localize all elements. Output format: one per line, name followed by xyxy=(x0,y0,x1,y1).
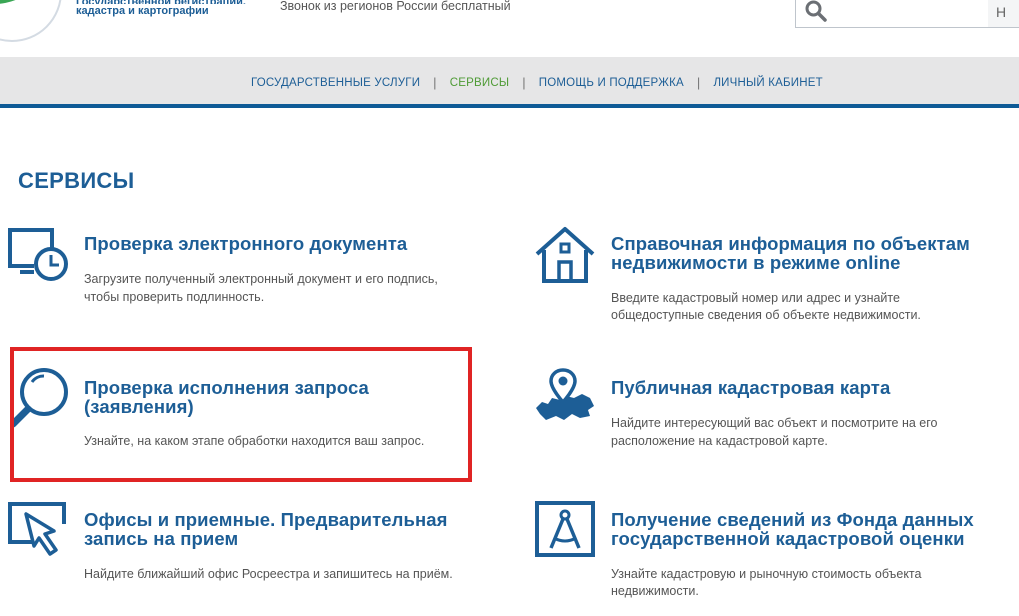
house-icon[interactable] xyxy=(534,226,596,284)
service-description: недвижимости. xyxy=(611,584,699,598)
search-box xyxy=(795,0,989,28)
nav-item-help-support[interactable]: ПОМОЩЬ И ПОДДЕРЖКА xyxy=(539,77,684,89)
search-icon[interactable] xyxy=(804,0,828,23)
logo-line-2: кадастра и картографии xyxy=(76,5,209,17)
service-title[interactable]: запись на прием xyxy=(84,529,238,549)
highlight-box xyxy=(10,347,472,482)
nav-separator: | xyxy=(522,75,526,90)
service-title[interactable]: Справочная информация по объектам xyxy=(611,234,970,254)
page-title: СЕРВИСЫ xyxy=(18,168,135,193)
cursor-frame-icon[interactable] xyxy=(6,500,70,558)
service-title[interactable]: (заявления) xyxy=(84,397,194,417)
service-description: расположение на кадастровой карте. xyxy=(611,434,828,448)
service-title[interactable]: недвижимости в режиме online xyxy=(611,253,901,273)
service-description: Узнайте кадастровую и рыночную стоимость… xyxy=(611,567,922,581)
nav-separator: | xyxy=(696,75,701,90)
compass-frame-icon[interactable] xyxy=(534,500,596,558)
service-title[interactable]: Публичная кадастровая карта xyxy=(611,378,890,398)
service-title[interactable]: Проверка исполнения запроса xyxy=(84,378,369,398)
service-description: Найдите ближайший офис Росреестра и запи… xyxy=(84,567,453,581)
service-title[interactable]: государственной кадастровой оценки xyxy=(611,529,965,549)
service-description: Введите кадастровый номер или адрес и уз… xyxy=(611,291,900,305)
service-description: общедоступные сведения об объекте недвиж… xyxy=(611,308,921,322)
search-input[interactable] xyxy=(834,0,984,23)
search-button[interactable]: Н xyxy=(988,0,1019,28)
free-call-note: Звонок из регионов России бесплатный xyxy=(280,0,511,13)
nav-items: ГОСУДАРСТВЕННЫЕ УСЛУГИ | СЕРВИСЫ | ПОМОЩ… xyxy=(251,75,823,90)
service-description: Найдите интересующий вас объект и посмот… xyxy=(611,416,938,430)
logo-emblem[interactable] xyxy=(0,0,62,42)
russia-map-pin-icon[interactable] xyxy=(532,368,596,424)
nav-separator: | xyxy=(433,75,437,90)
logo-line-1: Государственной регистрации, xyxy=(76,0,246,4)
monitor-clock-icon[interactable] xyxy=(6,226,70,284)
main-nav: ГОСУДАРСТВЕННЫЕ УСЛУГИ | СЕРВИСЫ | ПОМОЩ… xyxy=(0,57,1019,108)
service-title[interactable]: Офисы и приемные. Предварительная xyxy=(84,510,448,530)
service-description: Загрузите полученный электронный докумен… xyxy=(84,272,438,286)
service-title[interactable]: Проверка электронного документа xyxy=(84,234,407,254)
nav-item-gov-services[interactable]: ГОСУДАРСТВЕННЫЕ УСЛУГИ xyxy=(251,77,420,89)
nav-item-services[interactable]: СЕРВИСЫ xyxy=(450,77,509,89)
magnifier-icon[interactable] xyxy=(10,366,72,430)
service-description: Узнайте, на каком этапе обработки находи… xyxy=(84,434,425,448)
nav-item-personal-account[interactable]: ЛИЧНЫЙ КАБИНЕТ xyxy=(713,77,822,89)
service-title[interactable]: Получение сведений из Фонда данных xyxy=(611,510,974,530)
logo-text[interactable]: Государственной регистрации, кадастра и … xyxy=(76,0,246,18)
service-description: чтобы проверить подлинность. xyxy=(84,290,265,304)
